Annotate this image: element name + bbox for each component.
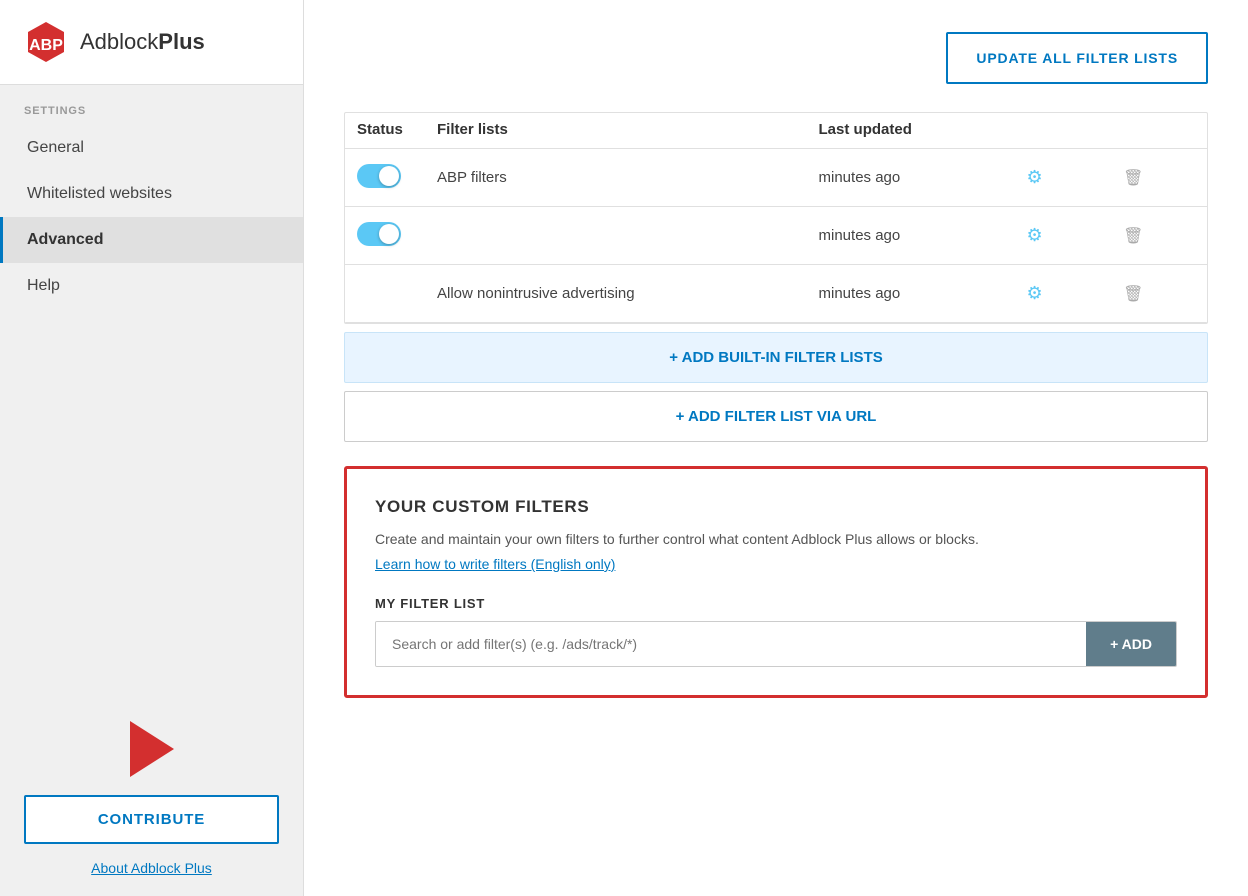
filter-name-cell — [425, 207, 807, 265]
filter-lists-table: Status Filter lists Last updated ABP fil… — [345, 113, 1207, 323]
custom-filters-section: YOUR CUSTOM FILTERS Create and maintain … — [344, 466, 1208, 698]
filter-settings-button[interactable] — [1019, 221, 1051, 250]
delete-btn-cell — [1103, 265, 1207, 323]
filter-delete-button[interactable] — [1115, 163, 1151, 192]
sidebar: ABP AdblockPlus SETTINGS General Whiteli… — [0, 0, 304, 896]
filter-settings-button[interactable] — [1019, 279, 1051, 308]
toggle-cell — [345, 265, 425, 323]
svg-text:ABP: ABP — [29, 37, 63, 54]
filter-delete-button[interactable] — [1115, 279, 1151, 308]
filter-name-cell: Allow nonintrusive advertising — [425, 265, 807, 323]
filter-delete-button[interactable] — [1115, 221, 1151, 250]
last-updated-cell: minutes ago — [807, 207, 1007, 265]
contribute-button[interactable]: CONTRIBUTE — [24, 795, 279, 844]
toggle-cell — [345, 149, 425, 207]
toggle-abp-filters[interactable] — [357, 164, 401, 188]
col-header-delete — [1103, 113, 1207, 149]
main-content: UPDATE ALL FILTER LISTS Status Filter li… — [304, 0, 1248, 896]
abp-logo-icon: ABP — [24, 20, 68, 64]
col-header-settings — [1007, 113, 1104, 149]
sidebar-item-help[interactable]: Help — [0, 263, 303, 309]
my-filter-list-label: MY FILTER LIST — [375, 596, 1177, 611]
toggle-cell — [345, 207, 425, 265]
filter-input-row: + ADD — [375, 621, 1177, 667]
add-filter-button[interactable]: + ADD — [1086, 622, 1176, 666]
gear-icon — [1027, 283, 1043, 303]
arrow-hint — [0, 701, 303, 787]
sidebar-item-advanced[interactable]: Advanced — [0, 217, 303, 263]
settings-btn-cell — [1007, 149, 1104, 207]
settings-section-label: SETTINGS — [0, 85, 303, 125]
toggle-row2[interactable] — [357, 222, 401, 246]
filter-lists-table-wrapper: Status Filter lists Last updated ABP fil… — [344, 112, 1208, 324]
sidebar-item-general[interactable]: General — [0, 125, 303, 171]
arrow-right-icon — [130, 721, 174, 777]
gear-icon — [1027, 167, 1043, 187]
filter-name-cell: ABP filters — [425, 149, 807, 207]
add-filter-list-via-url-button[interactable]: + ADD FILTER LIST VIA URL — [344, 391, 1208, 442]
update-all-filter-lists-button[interactable]: UPDATE ALL FILTER LISTS — [946, 32, 1208, 84]
custom-filters-title: YOUR CUSTOM FILTERS — [375, 497, 1177, 517]
delete-btn-cell — [1103, 207, 1207, 265]
settings-btn-cell — [1007, 207, 1104, 265]
trash-icon — [1123, 283, 1143, 303]
col-header-status: Status — [345, 113, 425, 149]
table-row: Allow nonintrusive advertising minutes a… — [345, 265, 1207, 323]
table-row: minutes ago — [345, 207, 1207, 265]
custom-filters-description: Create and maintain your own filters to … — [375, 529, 1177, 550]
filter-search-input[interactable] — [376, 622, 1086, 666]
gear-icon — [1027, 225, 1043, 245]
update-btn-row: UPDATE ALL FILTER LISTS — [344, 32, 1208, 84]
table-row: ABP filters minutes ago — [345, 149, 1207, 207]
sidebar-item-whitelisted[interactable]: Whitelisted websites — [0, 171, 303, 217]
learn-filters-link[interactable]: Learn how to write filters (English only… — [375, 556, 615, 572]
trash-icon — [1123, 167, 1143, 187]
col-header-filter-lists: Filter lists — [425, 113, 807, 149]
add-builtin-filter-lists-button[interactable]: + ADD BUILT-IN FILTER LISTS — [344, 332, 1208, 383]
about-link[interactable]: About Adblock Plus — [0, 856, 303, 896]
settings-btn-cell — [1007, 265, 1104, 323]
app-name: AdblockPlus — [80, 29, 205, 55]
last-updated-cell: minutes ago — [807, 149, 1007, 207]
last-updated-cell: minutes ago — [807, 265, 1007, 323]
delete-btn-cell — [1103, 149, 1207, 207]
logo-area: ABP AdblockPlus — [0, 0, 303, 85]
col-header-last-updated: Last updated — [807, 113, 1007, 149]
filter-settings-button[interactable] — [1019, 163, 1051, 192]
trash-icon — [1123, 225, 1143, 245]
